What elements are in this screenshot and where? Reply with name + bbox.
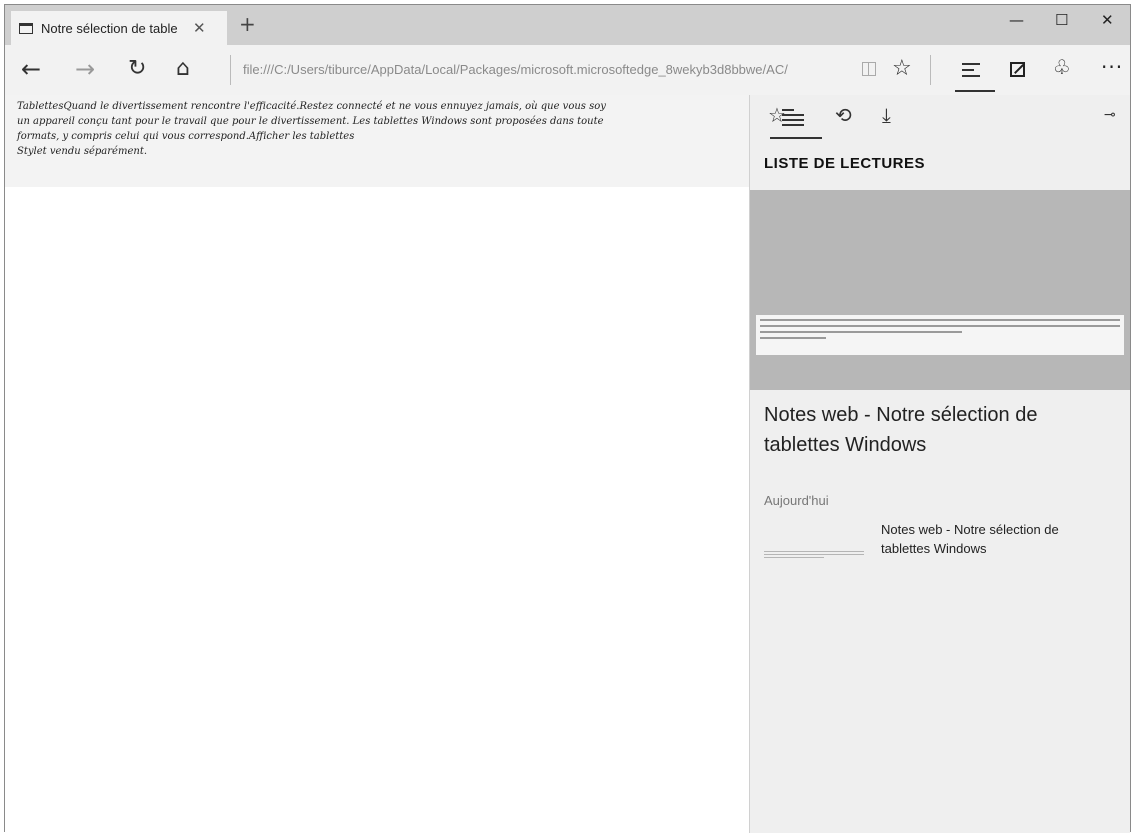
- title-bar: Notre sélection de table ✕ + — ☐ ✕: [5, 5, 1130, 45]
- forward-button[interactable]: →: [75, 54, 95, 84]
- more-actions-icon[interactable]: ···: [1101, 55, 1123, 79]
- history-tab-icon[interactable]: ⟲: [835, 103, 852, 127]
- back-button[interactable]: ←: [21, 54, 41, 84]
- hub-active-indicator: [955, 90, 995, 92]
- toolbar-separator: [930, 55, 931, 85]
- page-text-line: formats, y compris celui qui vous corres…: [17, 131, 355, 142]
- navigation-bar: ← → ↻ ⌂ file:///C:/Users/tiburce/AppData…: [5, 45, 1130, 95]
- reading-view-icon[interactable]: [862, 62, 876, 76]
- thumbnail-page-preview: [756, 315, 1124, 355]
- list-item-title[interactable]: Notes web - Notre sélection de tablettes…: [881, 520, 1111, 558]
- minimize-button[interactable]: —: [1009, 11, 1024, 29]
- address-bar[interactable]: file:///C:/Users/tiburce/AppData/Local/P…: [243, 62, 853, 80]
- pin-icon[interactable]: ⊸: [1104, 107, 1116, 123]
- tab-close-icon[interactable]: ✕: [193, 19, 206, 37]
- page-content: TablettesQuand le divertissement rencont…: [5, 95, 749, 833]
- page-text-line: Stylet vendu séparément.: [17, 146, 148, 157]
- refresh-button[interactable]: ↻: [128, 54, 146, 84]
- browser-window: Notre sélection de table ✕ + — ☐ ✕ ← → ↻…: [4, 4, 1131, 833]
- hub-tab-active-indicator: [770, 137, 822, 139]
- web-note-icon[interactable]: [1010, 62, 1025, 77]
- maximize-button[interactable]: ☐: [1055, 11, 1068, 29]
- list-item-thumbnail[interactable]: [764, 551, 864, 561]
- close-window-button[interactable]: ✕: [1101, 11, 1114, 29]
- page-icon: [19, 22, 33, 34]
- page-text-line: TablettesQuand le divertissement rencont…: [17, 101, 606, 112]
- downloads-tab-icon[interactable]: ⤓: [882, 103, 891, 127]
- tab-active[interactable]: Notre sélection de table ✕: [11, 11, 227, 45]
- hub-panel: ☆ ⟲ ⤓ ⊸ LISTE DE LECTURES Notes web - No…: [749, 95, 1130, 833]
- section-label-today: Aujourd'hui: [764, 493, 829, 508]
- tab-title: Notre sélection de table: [41, 20, 178, 36]
- hub-button[interactable]: [955, 57, 995, 93]
- page-text-block: TablettesQuand le divertissement rencont…: [5, 95, 749, 187]
- share-icon[interactable]: ♧: [1053, 55, 1071, 79]
- home-button[interactable]: ⌂: [176, 54, 190, 84]
- new-tab-button[interactable]: +: [239, 12, 256, 36]
- reading-list-heading: LISTE DE LECTURES: [764, 155, 926, 172]
- reading-item-title[interactable]: Notes web - Notre sélection de tablettes…: [764, 400, 1114, 460]
- page-text-line: un appareil conçu tant pour le travail q…: [17, 116, 604, 127]
- hub-icon: [962, 63, 980, 81]
- reading-list-tab-icon[interactable]: [782, 109, 804, 126]
- favorite-star-icon[interactable]: ☆: [892, 56, 912, 81]
- address-separator: [230, 55, 231, 85]
- reading-item-thumbnail[interactable]: [750, 190, 1130, 390]
